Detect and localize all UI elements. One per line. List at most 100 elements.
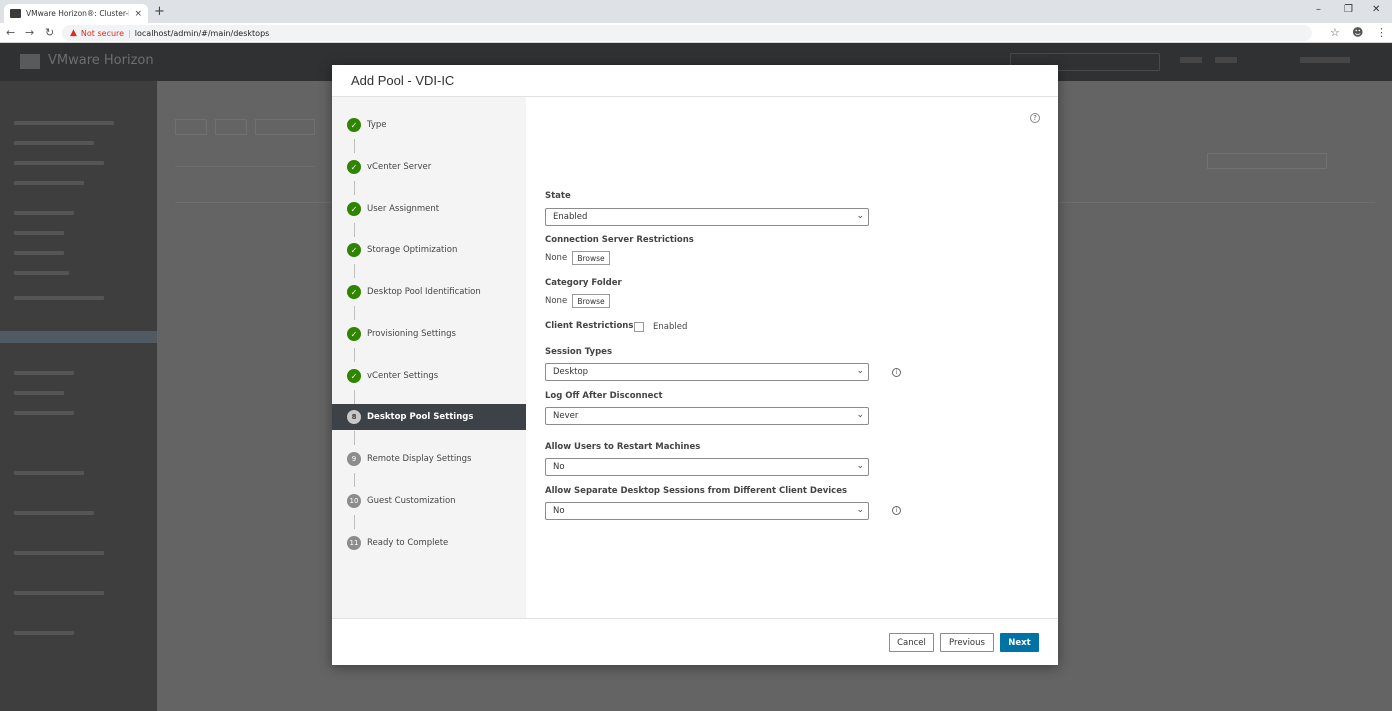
wizard-step-label: Provisioning Settings [367,329,456,339]
desktop-pool-settings-form: ? State Enabled ⌄ Connection Server Rest… [526,97,1058,618]
step-connector [354,515,355,529]
state-select[interactable]: Enabled ⌄ [545,208,869,226]
wizard-step-storage-optimization[interactable]: ✓ Storage Optimization [332,237,526,263]
forward-icon[interactable]: → [25,26,34,39]
sidebar-item [14,371,74,375]
next-button[interactable]: Next [1000,633,1039,652]
sidebar-item [14,121,114,125]
sidebar-item [14,181,84,185]
wizard-step-vcenter-settings[interactable]: ✓ vCenter Settings [332,363,526,389]
log-off-after-disconnect-select[interactable]: Never ⌄ [545,407,869,425]
help-icon[interactable]: ? [1030,113,1040,123]
allow-separate-sessions-select[interactable]: No ⌄ [545,502,869,520]
allow-restart-value: No [553,462,565,472]
bookmark-star-icon[interactable]: ☆ [1330,26,1340,39]
header-item [1180,57,1202,63]
restore-icon[interactable]: ❐ [1344,4,1353,15]
info-icon[interactable]: i [892,368,901,377]
back-icon[interactable]: ← [6,26,15,39]
cancel-button[interactable]: Cancel [889,633,934,652]
sidebar-item [14,211,74,215]
category-folder-browse-button[interactable]: Browse [572,294,610,308]
background-table-footer [175,691,1375,705]
sidebar-item [14,161,104,165]
step-number-badge: 11 [347,536,361,550]
address-bar: ← → ↻ ▲ Not secure | localhost/admin/#/m… [0,23,1392,43]
step-connector [354,264,355,278]
check-icon: ✓ [347,160,361,174]
chevron-down-icon: ⌄ [856,505,864,515]
wizard-step-guest-customization[interactable]: 10 Guest Customization [332,488,526,514]
wizard-steps: ✓ Type ✓ vCenter Server ✓ User Assignmen… [332,97,526,618]
chevron-down-icon: ⌄ [856,211,864,221]
sidebar-selected-item [0,331,157,343]
new-tab-button[interactable]: + [154,4,165,19]
wizard-step-label: Desktop Pool Settings [367,412,474,422]
window-close-icon[interactable]: ✕ [1372,4,1380,15]
wizard-step-label: Guest Customization [367,496,456,506]
wizard-step-label: Storage Optimization [367,245,458,255]
state-label: State [545,191,571,201]
allow-restart-select[interactable]: No ⌄ [545,458,869,476]
wizard-step-label: vCenter Settings [367,371,439,381]
url-text: localhost/admin/#/main/desktops [134,28,270,38]
wizard-step-label: vCenter Server [367,162,432,172]
header-item [1215,57,1237,63]
step-connector [354,139,355,153]
connection-server-restrictions-value: None [545,253,568,263]
wizard-step-ready-to-complete[interactable]: 11 Ready to Complete [332,530,526,556]
state-value: Enabled [553,212,588,222]
sidebar-item [14,631,74,635]
wizard-step-remote-display-settings[interactable]: 9 Remote Display Settings [332,446,526,472]
header-user [1300,57,1350,63]
step-connector [354,181,355,195]
wizard-step-desktop-pool-settings[interactable]: 8 Desktop Pool Settings [332,404,526,430]
menu-kebab-icon[interactable]: ⋮ [1376,26,1387,39]
step-number-badge: 9 [347,452,361,466]
background-button [255,119,315,135]
reload-icon[interactable]: ↻ [45,26,54,39]
wizard-step-provisioning-settings[interactable]: ✓ Provisioning Settings [332,321,526,347]
allow-separate-sessions-value: No [553,506,565,516]
url-field[interactable]: ▲ Not secure | localhost/admin/#/main/de… [62,25,1312,41]
wizard-step-type[interactable]: ✓ Type [332,112,526,138]
step-connector [354,223,355,237]
dialog-footer: Cancel Previous Next [332,618,1058,665]
check-icon: ✓ [347,243,361,257]
wizard-step-label: Ready to Complete [367,538,449,548]
dialog-title: Add Pool - VDI-IC [351,73,455,88]
connection-server-browse-button[interactable]: Browse [572,251,610,265]
vmware-favicon-icon [10,9,21,18]
check-icon: ✓ [347,118,361,132]
category-folder-label: Category Folder [545,278,622,288]
step-connector [354,348,355,362]
sidebar-item [14,511,94,515]
tab-close-icon[interactable]: × [134,9,142,19]
info-icon[interactable]: i [892,506,901,515]
session-types-select[interactable]: Desktop ⌄ [545,363,869,381]
background-button [215,119,247,135]
product-name: VMware Horizon [48,53,154,68]
step-connector [354,431,355,445]
security-label: Not secure [80,28,125,38]
log-off-value: Never [553,411,579,421]
session-types-value: Desktop [553,367,589,377]
wizard-step-vcenter-server[interactable]: ✓ vCenter Server [332,154,526,180]
minimize-icon[interactable]: – [1316,4,1321,15]
profile-icon[interactable]: ☻ [1352,26,1363,39]
check-icon: ✓ [347,285,361,299]
check-icon: ✓ [347,202,361,216]
browser-tabstrip: VMware Horizon®: Cluster-FS-K × + – ❐ ✕ [0,0,1392,23]
sidebar-item [14,271,69,275]
background-filter-row [175,153,315,167]
wizard-step-user-assignment[interactable]: ✓ User Assignment [332,196,526,222]
sidebar-item [14,231,64,235]
step-connector [354,306,355,320]
browser-tab[interactable]: VMware Horizon®: Cluster-FS-K × [4,4,148,23]
wizard-step-desktop-pool-identification[interactable]: ✓ Desktop Pool Identification [332,279,526,305]
chevron-down-icon: ⌄ [856,461,864,471]
client-restrictions-checkbox[interactable] [634,322,644,332]
log-off-after-disconnect-label: Log Off After Disconnect [545,391,663,401]
chevron-down-icon: ⌄ [856,410,864,420]
previous-button[interactable]: Previous [940,633,994,652]
